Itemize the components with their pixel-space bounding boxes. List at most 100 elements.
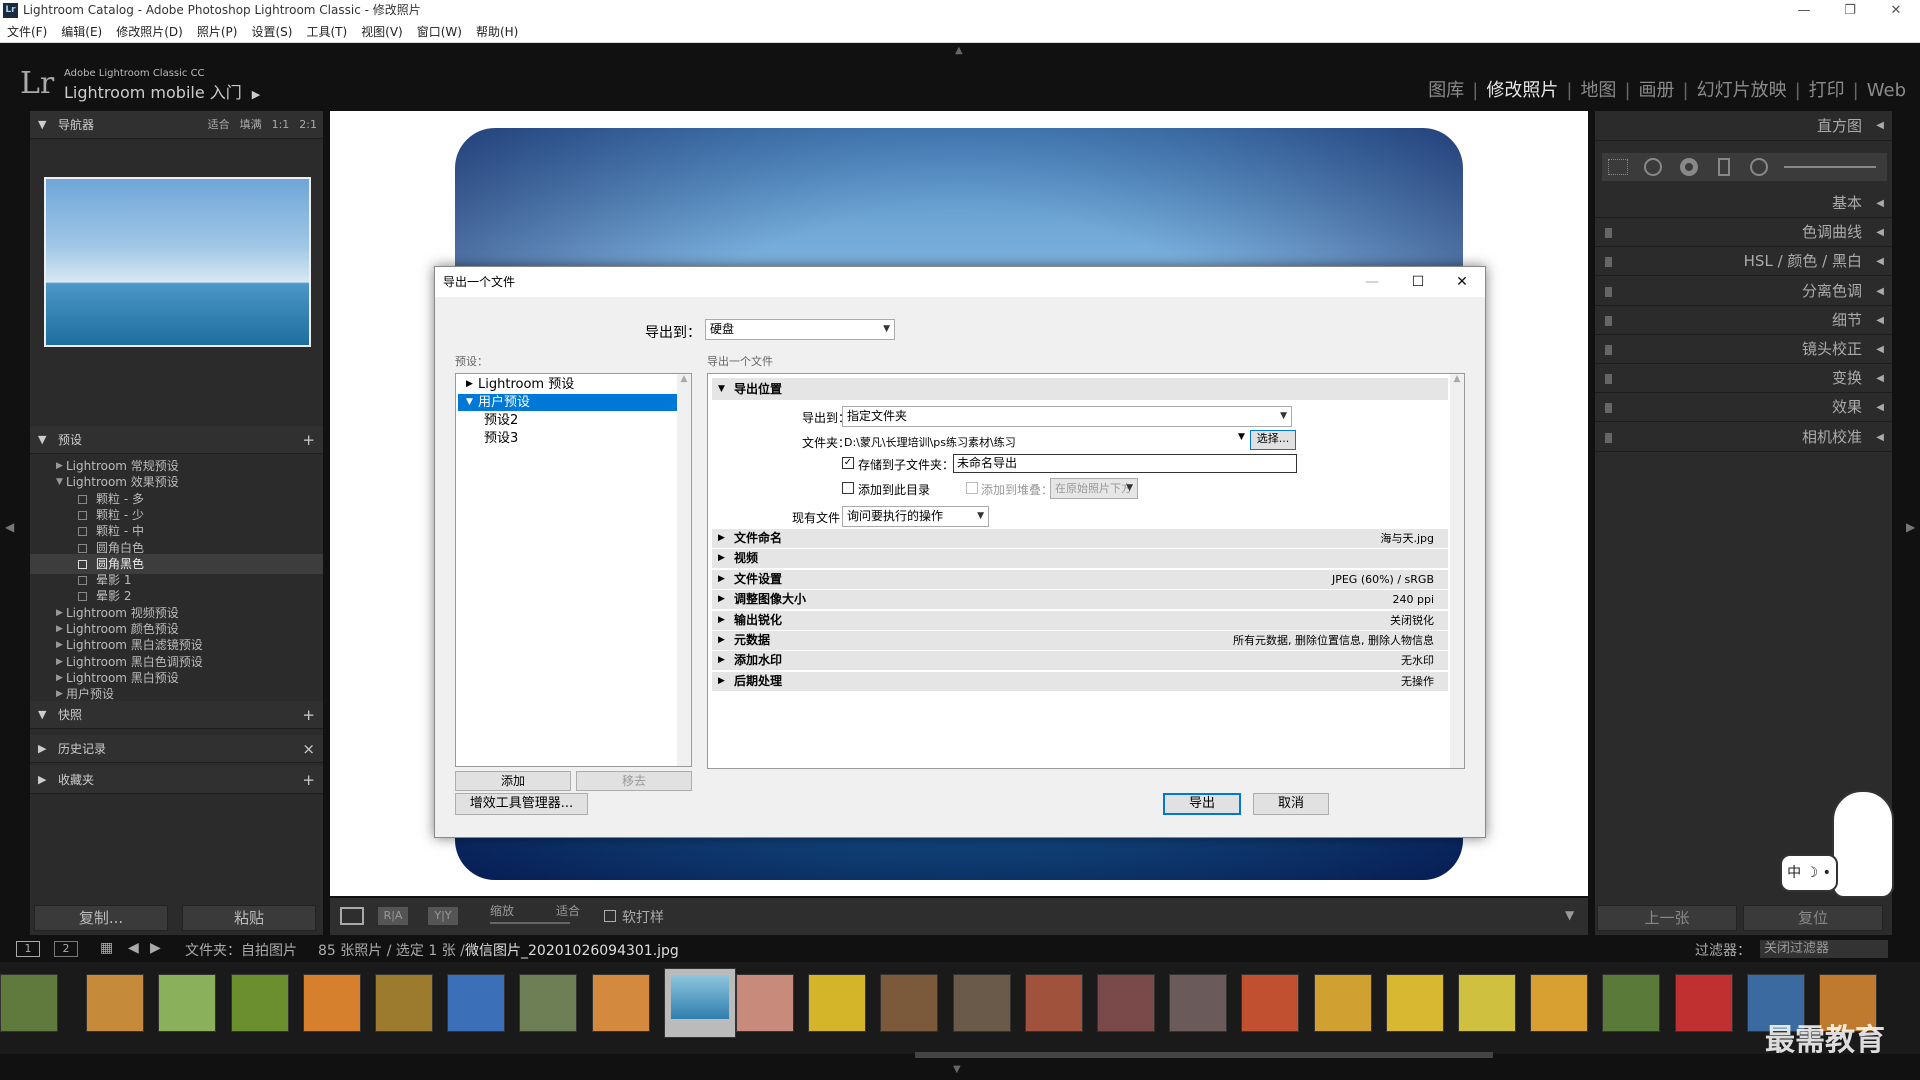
menu-item-4[interactable]: 设置(S) [244,21,299,43]
dialog-preset-item[interactable]: 预设3 [458,430,678,447]
filmstrip-thumb[interactable] [158,974,217,1032]
filmstrip-scrollbar[interactable] [915,1052,1493,1058]
filmstrip-thumb[interactable] [375,974,433,1032]
minimize-icon[interactable]: — [1781,0,1827,21]
dialog-maximize-icon[interactable]: ☐ [1395,267,1441,297]
module-1[interactable]: 修改照片 [1486,80,1558,101]
toolbar-menu-icon[interactable]: ▼ [1565,908,1574,922]
filename[interactable]: 微信图片_20201026094301.jpg [465,940,679,960]
filmstrip-thumb[interactable] [808,974,867,1032]
brush-slider[interactable] [1784,166,1876,168]
top-panel-toggle-icon[interactable]: ▲ [955,45,963,56]
dialog-close-icon[interactable]: ✕ [1439,267,1485,297]
menu-item-6[interactable]: 视图(V) [354,21,410,43]
develop-panel-header[interactable]: 色调曲线 ◀ [1595,218,1892,248]
dialog-minimize-icon[interactable]: — [1349,267,1395,297]
export-section-header[interactable]: ▶ 添加水印 无水印 [712,651,1448,671]
develop-panel-header[interactable]: 变换 ◀ [1595,364,1892,394]
develop-panel-header[interactable]: 镜头校正 ◀ [1595,335,1892,364]
filmstrip-thumb[interactable] [1241,974,1300,1032]
filmstrip-thumb[interactable] [302,974,361,1032]
develop-panel-header[interactable]: 分离色调 ◀ [1595,277,1892,306]
export-section-header[interactable]: ▶ 文件命名 海与天.jpg [712,529,1448,548]
add-preset-button[interactable]: 添加 [455,771,571,791]
develop-panel-header[interactable]: 基本 ◀ [1595,189,1892,218]
dialog-preset-item[interactable]: 预设2 [458,412,678,429]
close-icon[interactable]: ✕ [1873,0,1919,21]
add-preset-icon[interactable]: + [302,426,315,454]
export-to-select[interactable]: 硬盘 ▼ [705,319,895,340]
primary-window-button[interactable]: 1 [16,941,40,957]
navigator-preview[interactable] [44,177,311,347]
secondary-window-button[interactable]: 2 [54,941,78,957]
navigator-zoom-options[interactable]: 适合 填满 1:1 2:1 [198,111,317,139]
module-6[interactable]: Web [1867,80,1906,101]
filmstrip-thumb[interactable] [663,968,736,1038]
before-after-lr-icon[interactable]: R|A [378,907,408,925]
filmstrip-thumb[interactable] [1530,974,1589,1032]
menu-item-1[interactable]: 编辑(E) [54,21,109,43]
develop-panel-header[interactable]: 细节 ◀ [1595,306,1892,335]
forward-icon[interactable]: ▶ [150,940,161,956]
add-collection-icon[interactable]: + [302,766,315,794]
graduated-filter-icon[interactable] [1718,158,1730,176]
filmstrip-thumb[interactable] [1602,974,1661,1032]
snapshots-header[interactable]: ▼ 快照 + [30,701,323,729]
filmstrip-thumb[interactable] [86,974,145,1032]
plugin-manager-button[interactable]: 增效工具管理器... [455,793,588,815]
menu-item-8[interactable]: 帮助(H) [469,21,525,43]
remove-preset-button[interactable]: 移去 [576,771,692,791]
spot-removal-icon[interactable] [1644,158,1662,176]
export-section-header[interactable]: ▶ 输出锐化 关闭锐化 [712,610,1448,630]
panel-switch-icon[interactable] [1605,374,1612,385]
module-2[interactable]: 地图 [1580,80,1616,101]
left-panel-toggle-icon[interactable]: ◀ [5,520,14,534]
before-after-tb-icon[interactable]: Y|Y [428,907,458,925]
bottom-panel-toggle-icon[interactable]: ▼ [953,1064,961,1075]
zoom-option-1[interactable]: 填满 [240,118,262,131]
menu-item-3[interactable]: 照片(P) [190,21,245,43]
zoom-option-2[interactable]: 1:1 [272,118,290,131]
filmstrip-thumb[interactable] [447,974,506,1032]
crop-overlay-icon[interactable] [1608,159,1628,175]
zoom-option-3[interactable]: 2:1 [299,118,317,131]
filmstrip-thumb[interactable] [1169,974,1228,1032]
filmstrip-thumb[interactable] [519,974,578,1032]
reset-button[interactable]: 复位 [1743,905,1883,931]
menu-item-2[interactable]: 修改照片(D) [109,21,190,43]
radial-filter-icon[interactable] [1750,158,1768,176]
clear-history-icon[interactable]: × [302,735,315,763]
grid-view-icon[interactable]: ▦ [100,940,113,956]
restore-icon[interactable]: ❐ [1827,0,1873,21]
panel-switch-icon[interactable] [1605,228,1612,239]
module-0[interactable]: 图库 [1428,80,1464,101]
zoom-value[interactable]: 适合 [556,902,580,919]
menu-item-7[interactable]: 窗口(W) [410,21,469,43]
menu-item-0[interactable]: 文件(F) [0,21,54,43]
export-section-header[interactable]: ▶ 后期处理 无操作 [712,671,1448,691]
develop-panel-header[interactable]: HSL / 颜色 / 黑白 ◀ [1595,247,1892,277]
export-section-header[interactable]: ▶ 文件设置 JPEG (60%) / sRGB [712,569,1448,589]
filmstrip-thumb[interactable] [952,974,1011,1032]
histogram-header[interactable]: 直方图 ◀ [1595,111,1892,141]
panel-switch-icon[interactable] [1605,257,1612,268]
filmstrip-thumb[interactable] [1024,974,1083,1032]
loupe-view-icon[interactable] [340,907,364,925]
history-header[interactable]: ▶ 历史记录 × [30,735,323,763]
filmstrip-thumb[interactable] [736,974,794,1032]
panel-switch-icon[interactable] [1605,403,1612,414]
filmstrip-thumb[interactable] [591,974,650,1032]
panel-switch-icon[interactable] [1605,315,1612,326]
filmstrip-thumb[interactable] [1385,974,1444,1032]
preset-scrollbar[interactable]: ▲ [677,374,691,766]
develop-panel-header[interactable]: 相机校准 ◀ [1595,423,1892,452]
ime-widget[interactable]: 中 ☽ • [1780,790,1900,900]
source-label[interactable]: 文件夹：自拍图片 [185,940,297,960]
export-section-header[interactable]: ▶ 调整图像大小 240 ppi [712,590,1448,610]
previous-button[interactable]: 上一张 [1597,905,1737,931]
right-panel-toggle-icon[interactable]: ▶ [1906,520,1915,534]
menu-item-5[interactable]: 工具(T) [299,21,354,43]
panel-switch-icon[interactable] [1605,345,1612,355]
export-section-header[interactable]: ▶ 元数据 所有元数据, 删除位置信息, 删除人物信息 [712,631,1448,650]
presets-header[interactable]: ▼ 预设 + [30,426,323,454]
